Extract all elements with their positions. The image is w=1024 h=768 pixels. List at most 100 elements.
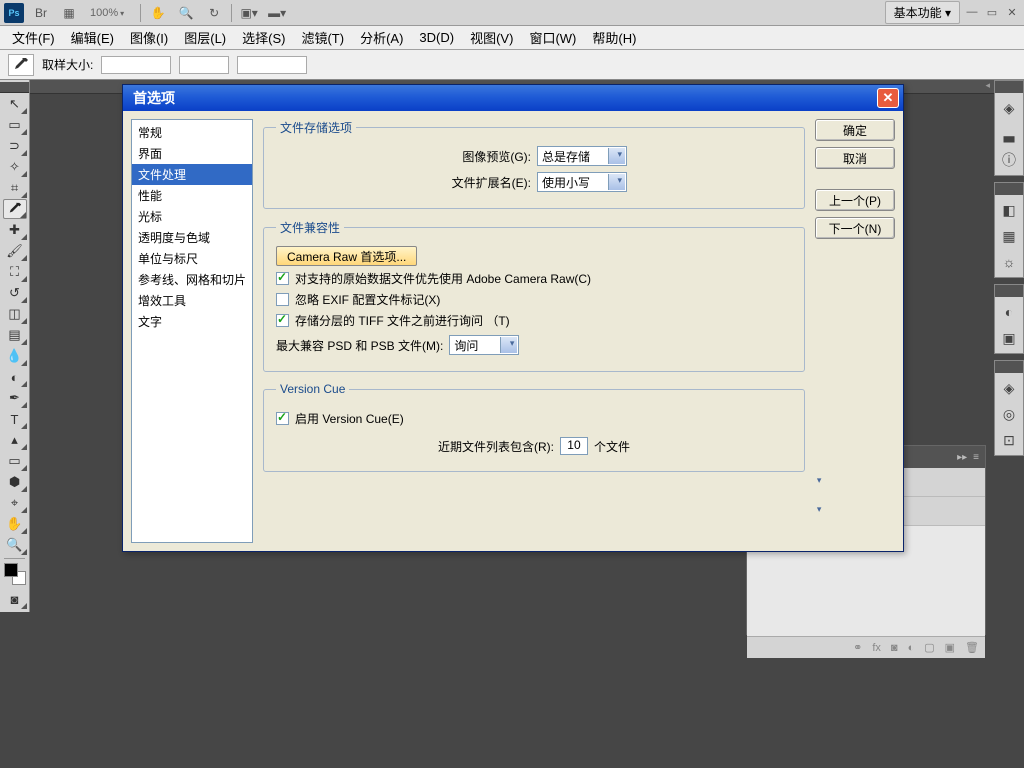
menu-file[interactable]: 文件(F) — [6, 26, 61, 49]
ignore-exif-checkbox[interactable] — [276, 293, 289, 306]
paths-icon[interactable]: ⊡ — [998, 429, 1020, 451]
menu-help[interactable]: 帮助(H) — [586, 26, 642, 49]
category-guides[interactable]: 参考线、网格和切片 — [132, 269, 252, 290]
category-plugins[interactable]: 增效工具 — [132, 290, 252, 311]
screen-mode-button[interactable]: ▦ — [58, 3, 80, 23]
prefer-camera-raw-checkbox[interactable] — [276, 272, 289, 285]
quick-mask-button[interactable]: ◙ — [3, 589, 27, 609]
adjustments-icon[interactable]: ◐ — [998, 301, 1020, 323]
eyedropper-icon[interactable] — [8, 54, 34, 76]
lasso-tool[interactable]: ⊃ — [3, 136, 27, 156]
magic-wand-tool[interactable]: ✧ — [3, 157, 27, 177]
bridge-button[interactable]: Br — [30, 3, 52, 23]
move-tool[interactable]: ↖ — [3, 94, 27, 114]
layers-icon[interactable]: ◈ — [998, 377, 1020, 399]
category-transparency[interactable]: 透明度与色域 — [132, 227, 252, 248]
image-preview-select[interactable]: 总是存储 — [537, 146, 627, 166]
new-layer-icon[interactable]: ▣ — [945, 641, 955, 654]
menu-view[interactable]: 视图(V) — [464, 26, 519, 49]
category-type[interactable]: 文字 — [132, 311, 252, 332]
blur-tool[interactable]: 💧 — [3, 346, 27, 366]
arrange-documents-button[interactable]: ▣▾ — [238, 3, 260, 23]
menu-filter[interactable]: 滤镜(T) — [295, 26, 350, 49]
enable-version-cue-checkbox[interactable] — [276, 412, 289, 425]
zoom-tool[interactable]: 🔍 — [3, 535, 27, 555]
ask-tiff-checkbox[interactable] — [276, 314, 289, 327]
restore-button[interactable]: ▭ — [984, 6, 1000, 20]
3d-camera-tool[interactable]: ⌖ — [3, 493, 27, 513]
category-file-handling[interactable]: 文件处理 — [132, 164, 252, 185]
history-brush-tool[interactable]: ↺ — [3, 283, 27, 303]
eyedropper-tool[interactable] — [3, 199, 27, 219]
ok-button[interactable]: 确定 — [815, 119, 895, 141]
foreground-color[interactable] — [4, 563, 18, 577]
healing-brush-tool[interactable]: ✚ — [3, 220, 27, 240]
layer-mask-icon[interactable]: ◙ — [891, 642, 898, 654]
max-compat-select[interactable]: 询问 — [449, 335, 519, 355]
menu-3d[interactable]: 3D(D) — [413, 28, 460, 47]
swatches-icon[interactable]: ▦ — [998, 225, 1020, 247]
link-layers-icon[interactable]: ⚭ — [853, 641, 862, 654]
info-icon[interactable]: ⓘ — [998, 149, 1020, 171]
gradient-tool[interactable]: ▤ — [3, 325, 27, 345]
pen-tool[interactable]: ✒ — [3, 388, 27, 408]
panel-menu-icon[interactable]: ≡ — [973, 452, 979, 463]
sample-size-input[interactable] — [101, 56, 171, 74]
next-button[interactable]: 下一个(N) — [815, 217, 895, 239]
dodge-tool[interactable]: ◐ — [3, 367, 27, 387]
recent-files-input[interactable]: 10 — [560, 437, 588, 455]
color-swatches[interactable] — [4, 563, 26, 585]
category-general[interactable]: 常规 — [132, 122, 252, 143]
eraser-tool[interactable]: ◫ — [3, 304, 27, 324]
shape-tool[interactable]: ▭ — [3, 451, 27, 471]
marquee-tool[interactable]: ▭ — [3, 115, 27, 135]
menu-analysis[interactable]: 分析(A) — [354, 26, 409, 49]
hand-tool[interactable]: ✋ — [3, 514, 27, 534]
masks-icon[interactable]: ▣ — [998, 327, 1020, 349]
adjustment-layer-icon[interactable]: ◐ — [908, 642, 915, 654]
options-input-3[interactable] — [237, 56, 307, 74]
dialog-titlebar[interactable]: 首选项 ✕ — [123, 85, 903, 111]
screen-mode2-button[interactable]: ▬▾ — [266, 3, 288, 23]
close-icon[interactable]: ✕ — [877, 88, 899, 108]
menu-layer[interactable]: 图层(L) — [178, 26, 232, 49]
panel-collapse-icon[interactable]: ▸▸ — [957, 452, 967, 463]
clone-stamp-tool[interactable]: ⛶ — [3, 262, 27, 282]
menu-window[interactable]: 窗口(W) — [523, 26, 582, 49]
category-performance[interactable]: 性能 — [132, 185, 252, 206]
menu-select[interactable]: 选择(S) — [236, 26, 291, 49]
brush-tool[interactable]: 🖌 — [3, 241, 27, 261]
options-input-2[interactable] — [179, 56, 229, 74]
styles-icon[interactable]: ☼ — [998, 251, 1020, 273]
cancel-button[interactable]: 取消 — [815, 147, 895, 169]
category-interface[interactable]: 界面 — [132, 143, 252, 164]
preferences-category-list[interactable]: 常规 界面 文件处理 性能 光标 透明度与色域 单位与标尺 参考线、网格和切片 … — [131, 119, 253, 543]
prev-button[interactable]: 上一个(P) — [815, 189, 895, 211]
group-icon[interactable]: ▢ — [924, 641, 934, 654]
file-extension-select[interactable]: 使用小写 — [537, 172, 627, 192]
file-saving-options-group: 文件存储选项 图像预览(G): 总是存储 文件扩展名(E): 使用小写 — [263, 119, 805, 209]
delete-layer-icon[interactable]: 🗑 — [965, 641, 979, 654]
crop-tool[interactable]: ⌗ — [3, 178, 27, 198]
zoom-icon[interactable]: 🔍 — [175, 3, 197, 23]
minimize-button[interactable]: — — [964, 6, 980, 20]
category-units[interactable]: 单位与标尺 — [132, 248, 252, 269]
navigator-icon[interactable]: ◈ — [998, 97, 1020, 119]
histogram-icon[interactable]: ▃ — [998, 123, 1020, 145]
menu-image[interactable]: 图像(I) — [124, 26, 174, 49]
channels-icon[interactable]: ◎ — [998, 403, 1020, 425]
zoom-combo[interactable]: 100% — [86, 7, 134, 19]
type-tool[interactable]: T — [3, 409, 27, 429]
3d-tool[interactable]: ⬢ — [3, 472, 27, 492]
workspace-switcher[interactable]: 基本功能 ▾ — [885, 1, 960, 24]
file-compatibility-group: 文件兼容性 Camera Raw 首选项... 对支持的原始数据文件优先使用 A… — [263, 219, 805, 372]
color-icon[interactable]: ◧ — [998, 199, 1020, 221]
rotate-icon[interactable]: ↻ — [203, 3, 225, 23]
camera-raw-prefs-button[interactable]: Camera Raw 首选项... — [276, 246, 417, 266]
category-cursors[interactable]: 光标 — [132, 206, 252, 227]
menu-edit[interactable]: 编辑(E) — [65, 26, 120, 49]
close-app-button[interactable]: ✕ — [1004, 6, 1020, 20]
hand-icon[interactable]: ✋ — [147, 3, 169, 23]
layer-style-icon[interactable]: fx — [872, 642, 881, 654]
path-selection-tool[interactable]: ▴ — [3, 430, 27, 450]
